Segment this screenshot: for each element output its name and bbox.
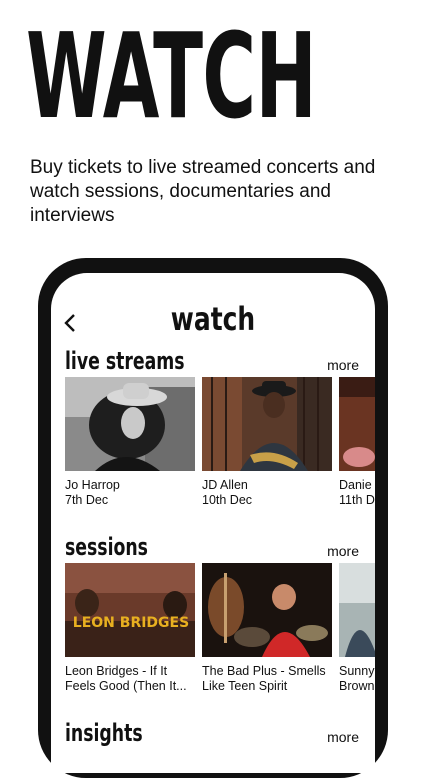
card-row: Jo Harrop 7th Dec JD Allen 10th Dec Dani…: [65, 377, 375, 507]
card-partial[interactable]: Danie 11th D: [339, 377, 375, 508]
more-link-live-streams[interactable]: more: [327, 357, 359, 373]
card-title: JD Allen: [202, 478, 248, 492]
chevron-left-icon[interactable]: [63, 313, 77, 333]
card-subtitle: Brown: [339, 679, 375, 693]
card-date: 7th Dec: [65, 493, 109, 507]
section-title: sessions: [65, 533, 148, 561]
card-subtitle: Feels Good (Then It...: [65, 679, 187, 693]
card-subtitle: Like Teen Spirit: [202, 679, 288, 693]
card-title: Jo Harrop: [65, 478, 120, 492]
thumbnail-image: [339, 563, 375, 657]
card-partial-session[interactable]: Sunny Brown: [339, 563, 375, 694]
thumbnail-image: [65, 377, 195, 471]
card-leon-bridges[interactable]: LEON BRIDGES Leon Bridges - If It Feels …: [65, 563, 195, 694]
card-date: 10th Dec: [202, 493, 253, 507]
card-title: Sunny: [339, 664, 375, 678]
screen-title: watch: [170, 300, 256, 338]
card-date: 11th D: [339, 493, 375, 507]
card-title: Danie: [339, 478, 372, 492]
section-title: insights: [65, 719, 143, 747]
card-row: LEON BRIDGES Leon Bridges - If It Feels …: [65, 563, 375, 693]
card-the-bad-plus[interactable]: The Bad Plus - Smells Like Teen Spirit: [202, 563, 332, 694]
card-title: Leon Bridges - If It: [65, 664, 168, 678]
hero-title: WATCH: [26, 7, 317, 145]
card-jo-harrop[interactable]: Jo Harrop 7th Dec: [65, 377, 195, 508]
thumbnail-image: [339, 377, 375, 471]
section-title: live streams: [65, 347, 185, 375]
thumbnail-image: [202, 377, 332, 471]
card-title: The Bad Plus - Smells: [202, 664, 326, 678]
thumbnail-image: LEON BRIDGES: [65, 563, 195, 657]
thumbnail-image: [202, 563, 332, 657]
hero-tagline: Buy tickets to live streamed concerts an…: [30, 157, 376, 226]
more-link-insights[interactable]: more: [327, 729, 359, 745]
card-jd-allen[interactable]: JD Allen 10th Dec: [202, 377, 332, 508]
leon-bridges-logo: LEON BRIDGES: [73, 615, 189, 631]
phone-screen: watch live streams more Jo Harrop 7th De…: [51, 273, 375, 773]
more-link-sessions[interactable]: more: [327, 543, 359, 559]
